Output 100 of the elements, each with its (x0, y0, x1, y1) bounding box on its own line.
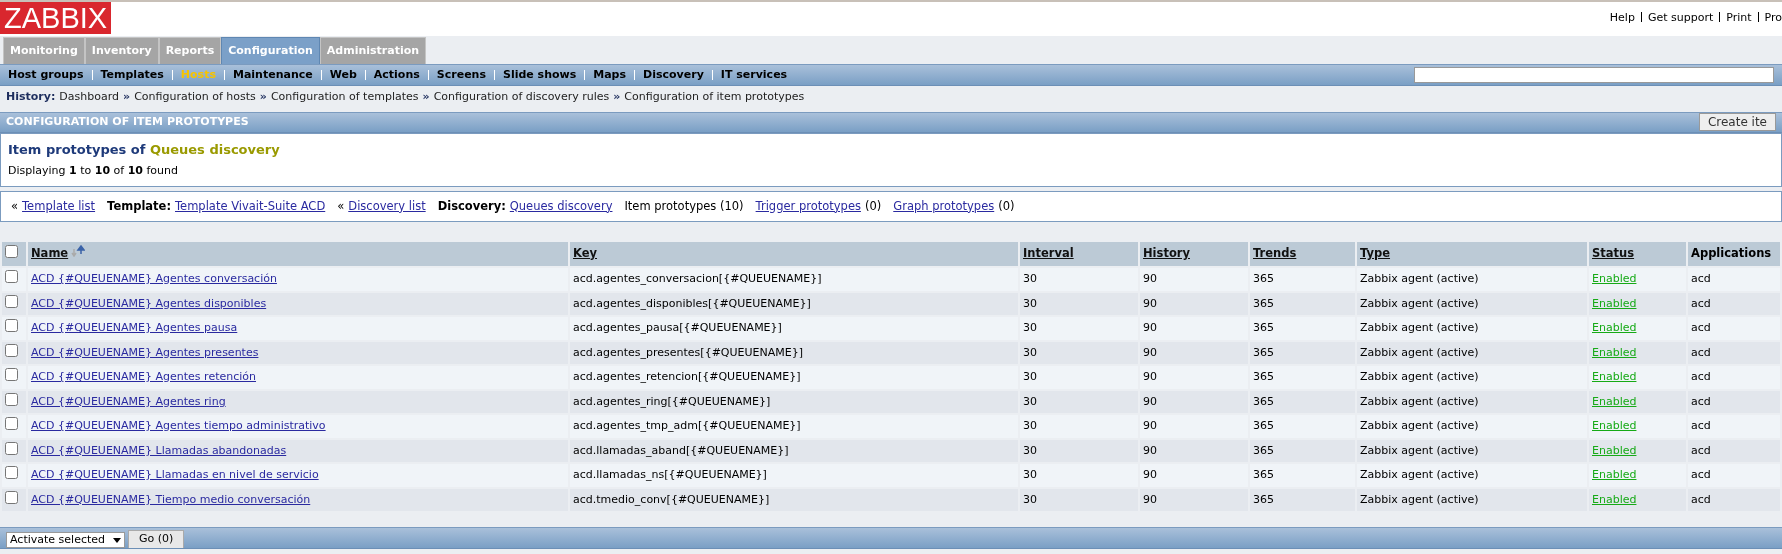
header-link[interactable]: Print (1726, 10, 1752, 27)
table-cell: 365 (1253, 394, 1274, 408)
table-cell: Zabbix agent (active) (1360, 272, 1479, 285)
row-checkbox[interactable] (5, 319, 18, 332)
table-cell: acd (1691, 492, 1711, 506)
nav-link[interactable]: Template list (22, 197, 96, 215)
submenu-link[interactable]: Templates (100, 66, 164, 84)
submenu-link[interactable]: Host groups (8, 66, 84, 84)
table-cell: 365 (1253, 345, 1274, 359)
logo[interactable]: ZABBIX (0, 2, 112, 34)
submenu-link[interactable]: Maintenance (232, 66, 313, 84)
table-cell: acd.agentes_presentes[{#QUEUENAME}] (573, 345, 803, 359)
history-separator: » (613, 89, 621, 105)
table-cell: 90 (1143, 296, 1157, 310)
table-cell: Zabbix agent (active) (1360, 321, 1479, 334)
table-cell: 30 (1023, 370, 1037, 383)
column-header[interactable]: Key (573, 246, 597, 261)
table-cell: 365 (1253, 419, 1274, 432)
table-cell: Zabbix agent (active) (1360, 370, 1479, 383)
submenu-link[interactable]: IT services (720, 66, 788, 84)
nav-link[interactable]: Graph prototypes (893, 197, 995, 215)
table-cell: 30 (1023, 419, 1037, 432)
row-checkbox[interactable] (5, 294, 18, 308)
history-label: History: (6, 89, 56, 105)
section-title: CONFIGURATION OF ITEM PROTOTYPES (6, 113, 249, 130)
nav-count: (0) (864, 197, 882, 215)
submenu-link[interactable]: Slide shows (502, 66, 577, 84)
table-cell: Zabbix agent (active) (1360, 492, 1479, 506)
history-link[interactable]: Configuration of discovery rules (433, 89, 610, 106)
table-cell: 30 (1023, 321, 1037, 334)
table-cell: acd (1691, 443, 1711, 457)
action-select[interactable]: Activate selected (6, 532, 125, 548)
table-cell: 90 (1143, 419, 1157, 432)
go-button[interactable]: Go (0) (128, 530, 185, 548)
row-checkbox[interactable] (5, 466, 18, 479)
table-cell: acd.tmedio_conv[{#QUEUENAME}] (573, 492, 770, 506)
history-link[interactable]: Dashboard (59, 89, 120, 106)
history-link[interactable]: Configuration of hosts (134, 89, 256, 106)
table-cell: 30 (1023, 296, 1037, 310)
column-header[interactable]: Name (31, 246, 69, 261)
row-checkbox[interactable] (5, 441, 18, 455)
table-cell: 90 (1143, 394, 1157, 408)
submenu-link[interactable]: Discovery (643, 66, 704, 84)
discovery-name: Queues discovery (149, 141, 280, 157)
submenu-link[interactable]: Actions (373, 66, 420, 84)
row-checkbox[interactable] (5, 270, 18, 283)
submenu-link[interactable]: Maps (593, 66, 627, 84)
nav-label: Discovery: (437, 197, 506, 215)
row-checkbox[interactable] (5, 392, 18, 406)
table-cell: 30 (1023, 492, 1037, 506)
table-cell: 365 (1253, 492, 1274, 506)
nav-link[interactable]: Queues discovery (509, 197, 613, 215)
row-checkbox[interactable] (5, 343, 18, 357)
table-cell: 90 (1143, 492, 1157, 506)
history-link[interactable]: Configuration of item prototypes (624, 89, 805, 106)
table-cell: Zabbix agent (active) (1360, 419, 1479, 432)
row-checkbox[interactable] (5, 368, 18, 381)
panel-title: Item prototypes of (8, 141, 147, 157)
create-button[interactable]: Create ite (1698, 113, 1776, 131)
table-cell: 365 (1253, 468, 1274, 481)
column-header[interactable]: History (1143, 246, 1190, 261)
search-field[interactable] (1414, 67, 1774, 83)
table-cell: 365 (1253, 370, 1274, 383)
back-arrow-icon: « (337, 197, 345, 215)
table-cell: 30 (1023, 443, 1037, 457)
column-header[interactable]: Status (1592, 246, 1635, 261)
row-checkbox[interactable] (5, 417, 18, 430)
table-cell: Zabbix agent (active) (1360, 443, 1479, 457)
table-cell: acd (1691, 419, 1711, 432)
header-link[interactable]: Get support (1647, 10, 1714, 27)
nav-link[interactable]: Discovery list (348, 197, 426, 215)
row-checkbox[interactable] (5, 490, 18, 504)
column-header[interactable]: Interval (1023, 246, 1074, 261)
submenu-link[interactable]: Web (329, 66, 357, 84)
table-cell: 90 (1143, 321, 1157, 334)
back-arrow-icon: « (11, 197, 19, 215)
column-header[interactable]: Type (1360, 246, 1390, 261)
header-link[interactable]: Pro (1764, 10, 1782, 27)
table-cell: Zabbix agent (active) (1360, 468, 1479, 481)
table-cell: 90 (1143, 272, 1157, 285)
header-link[interactable]: Help (1609, 10, 1635, 27)
table-cell: acd (1691, 296, 1711, 310)
table-cell: acd.agentes_pausa[{#QUEUENAME}] (573, 321, 782, 334)
table-cell: 30 (1023, 345, 1037, 359)
table-cell: Zabbix agent (active) (1360, 394, 1479, 408)
submenu-link[interactable]: Screens (436, 66, 486, 84)
table-cell: 365 (1253, 296, 1274, 310)
table-cell: 30 (1023, 468, 1037, 481)
table-cell: acd.llamadas_ns[{#QUEUENAME}] (573, 468, 767, 481)
nav-link[interactable]: Trigger prototypes (755, 197, 861, 215)
table-cell: acd.agentes_ring[{#QUEUENAME}] (573, 394, 771, 408)
nav-link[interactable]: Template Vivait-Suite ACD (175, 197, 326, 215)
table-cell: Zabbix agent (active) (1360, 345, 1479, 359)
table-cell: 30 (1023, 394, 1037, 408)
select-all-checkbox[interactable] (5, 244, 18, 258)
column-header[interactable]: Trends (1253, 246, 1297, 261)
history-link[interactable]: Configuration of templates (270, 89, 419, 106)
table-cell: acd.agentes_tmp_adm[{#QUEUENAME}] (573, 419, 801, 432)
column-header: Applications (1691, 246, 1772, 261)
history-separator: » (123, 89, 131, 105)
